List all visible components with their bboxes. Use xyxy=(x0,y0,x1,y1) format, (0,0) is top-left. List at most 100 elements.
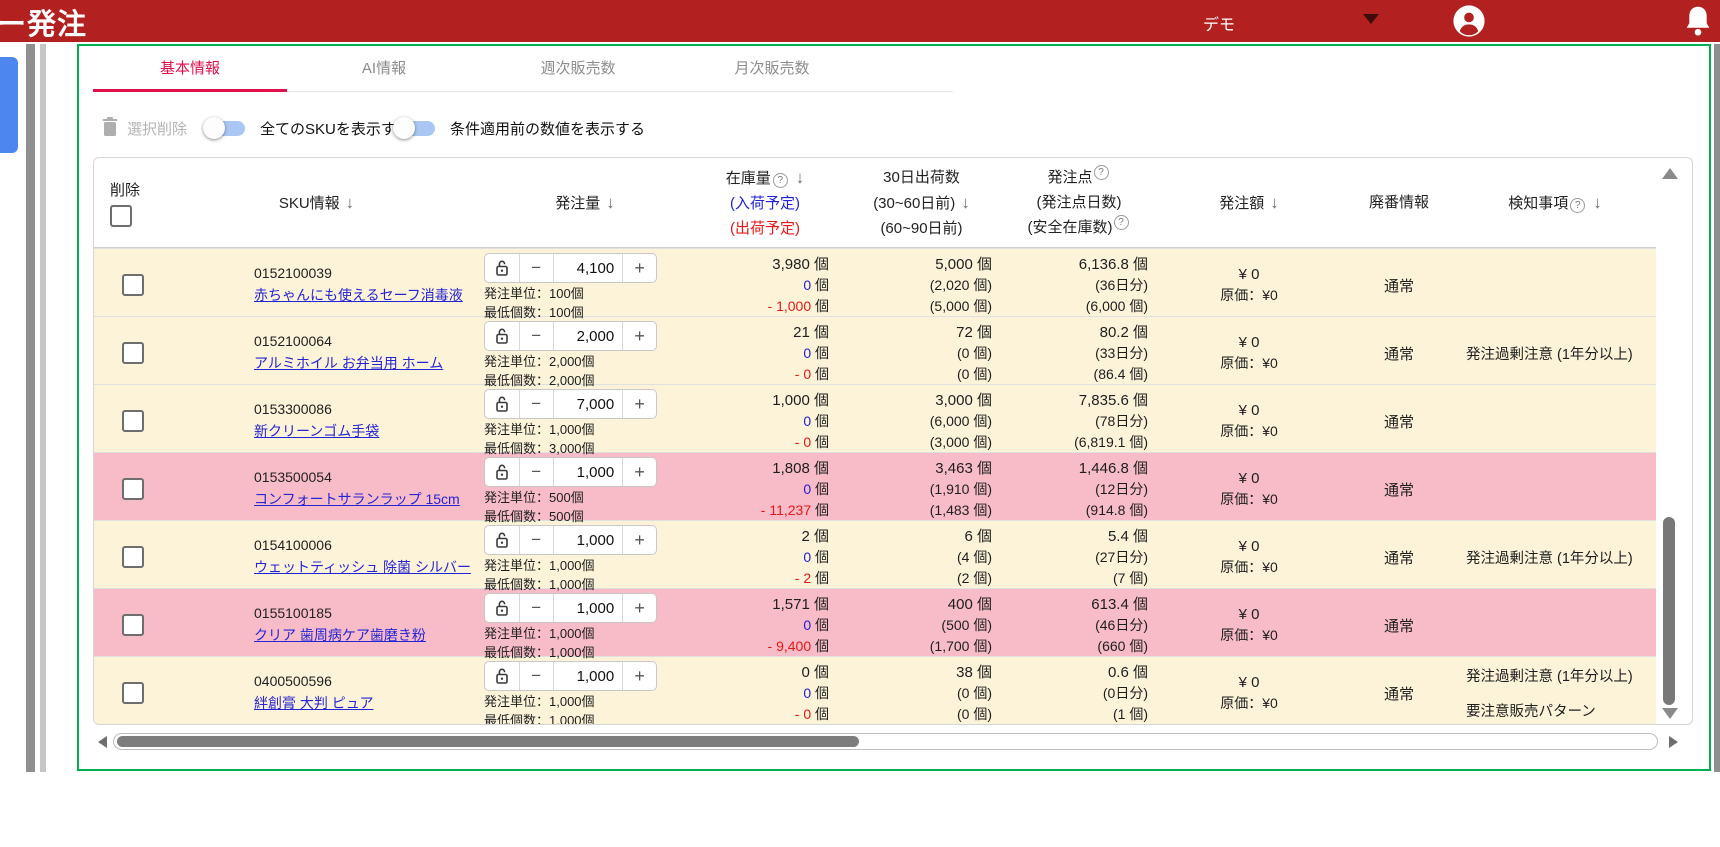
qty-input[interactable]: 1,000 xyxy=(553,458,623,486)
qty-input[interactable]: 1,000 xyxy=(553,662,623,690)
row-status-cell: 通常 xyxy=(1344,385,1454,457)
table-row: 0154100006 ウェットティッシュ 除菌 シルバー − 1,000 + 発… xyxy=(94,520,1656,588)
sort-desc-icon[interactable]: ↓ xyxy=(1593,193,1602,212)
incoming-value: 0 xyxy=(803,481,811,497)
row-sku-cell: 0153500054 コンフォートサランラップ 15cm xyxy=(154,453,479,525)
help-icon[interactable]: ? xyxy=(1114,215,1129,230)
unit-suffix: 個 xyxy=(815,345,829,361)
increase-qty-button[interactable]: + xyxy=(622,594,656,622)
help-icon[interactable]: ? xyxy=(1094,165,1109,180)
vertical-scrollbar-thumb[interactable] xyxy=(1663,517,1675,705)
scroll-right-arrow[interactable] xyxy=(1669,736,1678,748)
qty-input[interactable]: 4,100 xyxy=(553,254,623,282)
cost-price-value: 原価：¥0 xyxy=(1154,693,1344,713)
row-alerts-cell: 発注過剰注意 (1年分以上) xyxy=(1454,317,1656,389)
lock-button[interactable] xyxy=(485,322,519,350)
tab-ai-info[interactable]: AI情報 xyxy=(287,48,481,91)
qty-input[interactable]: 7,000 xyxy=(553,390,623,418)
scroll-left-arrow[interactable] xyxy=(98,736,107,748)
row-status-cell: 通常 xyxy=(1344,453,1454,525)
lock-button[interactable] xyxy=(485,254,519,282)
left-scrollbar-artifact[interactable] xyxy=(26,44,35,772)
qty-input[interactable]: 2,000 xyxy=(553,322,623,350)
horizontal-scrollbar-track[interactable] xyxy=(113,733,1658,750)
notifications-bell-icon[interactable] xyxy=(1680,3,1716,39)
increase-qty-button[interactable]: + xyxy=(622,458,656,486)
row-checkbox[interactable] xyxy=(122,342,144,364)
reorder-point-value: 5.4 個 xyxy=(1004,526,1148,547)
order-unit-label: 発注単位：2,000個 xyxy=(484,353,691,370)
decrease-qty-button[interactable]: − xyxy=(519,526,553,554)
scroll-up-arrow[interactable] xyxy=(1662,168,1678,179)
increase-qty-button[interactable]: + xyxy=(622,322,656,350)
sort-desc-icon[interactable]: ↓ xyxy=(796,168,805,187)
help-icon[interactable]: ? xyxy=(1570,198,1585,213)
row-checkbox[interactable] xyxy=(122,682,144,704)
header-stock[interactable]: 在庫量?↓ (入荷予定) (出荷予定) xyxy=(691,158,839,247)
row-checkbox[interactable] xyxy=(122,274,144,296)
row-amount-cell: ¥ 0 原価：¥0 xyxy=(1154,385,1344,457)
product-link[interactable]: 絆創膏 大判 ピュア xyxy=(254,693,479,713)
header-detected-issues[interactable]: 検知事項?↓ xyxy=(1454,158,1656,247)
delete-selected-button[interactable]: 選択削除 xyxy=(127,118,187,139)
sort-desc-icon[interactable]: ↓ xyxy=(606,193,615,212)
qty-input[interactable]: 1,000 xyxy=(553,526,623,554)
toggle-show-pre-condition-values[interactable] xyxy=(393,116,441,140)
row-reorder-point-cell: 5.4 個 (27日分) (7 個) xyxy=(1004,521,1154,593)
qty-stepper: − 1,000 + xyxy=(484,661,657,691)
product-link[interactable]: 赤ちゃんにも使えるセーフ消毒液 xyxy=(254,285,479,305)
sort-desc-icon[interactable]: ↓ xyxy=(961,193,970,212)
decrease-qty-button[interactable]: − xyxy=(519,594,553,622)
product-link[interactable]: アルミホイル お弁当用 ホーム xyxy=(254,353,479,373)
increase-qty-button[interactable]: + xyxy=(622,390,656,418)
increase-qty-button[interactable]: + xyxy=(622,254,656,282)
horizontal-scrollbar-thumb[interactable] xyxy=(117,736,859,747)
product-link[interactable]: ウェットティッシュ 除菌 シルバー xyxy=(254,557,479,577)
header-status-label: 廃番情報 xyxy=(1369,190,1429,215)
header-order-qty[interactable]: 発注量↓ xyxy=(479,158,691,247)
decrease-qty-button[interactable]: − xyxy=(519,322,553,350)
sort-desc-icon[interactable]: ↓ xyxy=(346,193,355,212)
tab-weekly-sales[interactable]: 週次販売数 xyxy=(481,48,675,91)
table-row: 0152100039 赤ちゃんにも使えるセーフ消毒液 − 4,100 + 発注単… xyxy=(94,248,1656,316)
row-checkbox[interactable] xyxy=(122,478,144,500)
increase-qty-button[interactable]: + xyxy=(622,662,656,690)
toggle-show-all-sku[interactable] xyxy=(203,116,251,140)
lock-button[interactable] xyxy=(485,458,519,486)
chevron-down-icon[interactable] xyxy=(1363,14,1379,24)
header-sku-info[interactable]: SKU情報↓ xyxy=(154,158,479,247)
product-link[interactable]: クリア 歯周病ケア歯磨き粉 xyxy=(254,625,479,645)
lock-button[interactable] xyxy=(485,526,519,554)
increase-qty-button[interactable]: + xyxy=(622,526,656,554)
ship-30d-value: 5,000 個 xyxy=(839,254,992,275)
user-avatar-icon[interactable] xyxy=(1452,4,1486,38)
tab-basic-info[interactable]: 基本情報 xyxy=(93,48,287,91)
product-link[interactable]: コンフォートサランラップ 15cm xyxy=(254,489,479,509)
row-alerts-cell xyxy=(1454,453,1656,525)
select-all-checkbox[interactable] xyxy=(110,205,132,227)
product-link[interactable]: 新クリーンゴム手袋 xyxy=(254,421,479,441)
decrease-qty-button[interactable]: − xyxy=(519,662,553,690)
help-icon[interactable]: ? xyxy=(773,173,788,188)
lock-button[interactable] xyxy=(485,594,519,622)
header-order-amount[interactable]: 発注額↓ xyxy=(1154,158,1344,247)
order-unit-label: 発注単位：500個 xyxy=(484,489,691,506)
lock-button[interactable] xyxy=(485,390,519,418)
lock-button[interactable] xyxy=(485,662,519,690)
decrease-qty-button[interactable]: − xyxy=(519,390,553,418)
decrease-qty-button[interactable]: − xyxy=(519,254,553,282)
decrease-qty-button[interactable]: − xyxy=(519,458,553,486)
row-checkbox[interactable] xyxy=(122,614,144,636)
ship-60-90-value: (3,000 個) xyxy=(839,432,992,453)
row-reorder-point-cell: 0.6 個 (0日分) (1 個) xyxy=(1004,657,1154,725)
row-checkbox[interactable] xyxy=(122,546,144,568)
cost-price-value: 原価：¥0 xyxy=(1154,285,1344,305)
sort-desc-icon[interactable]: ↓ xyxy=(1270,193,1279,212)
tab-monthly-sales[interactable]: 月次販売数 xyxy=(675,48,869,91)
row-checkbox[interactable] xyxy=(122,410,144,432)
header-reorder-point[interactable]: 発注点? (発注点日数) (安全在庫数)? xyxy=(1004,158,1154,247)
unit-suffix: 個 xyxy=(815,434,829,450)
scroll-down-arrow[interactable] xyxy=(1662,708,1678,719)
header-shipments-30d[interactable]: 30日出荷数 (30~60日前)↓ (60~90日前) xyxy=(839,158,1004,247)
qty-input[interactable]: 1,000 xyxy=(553,594,623,622)
